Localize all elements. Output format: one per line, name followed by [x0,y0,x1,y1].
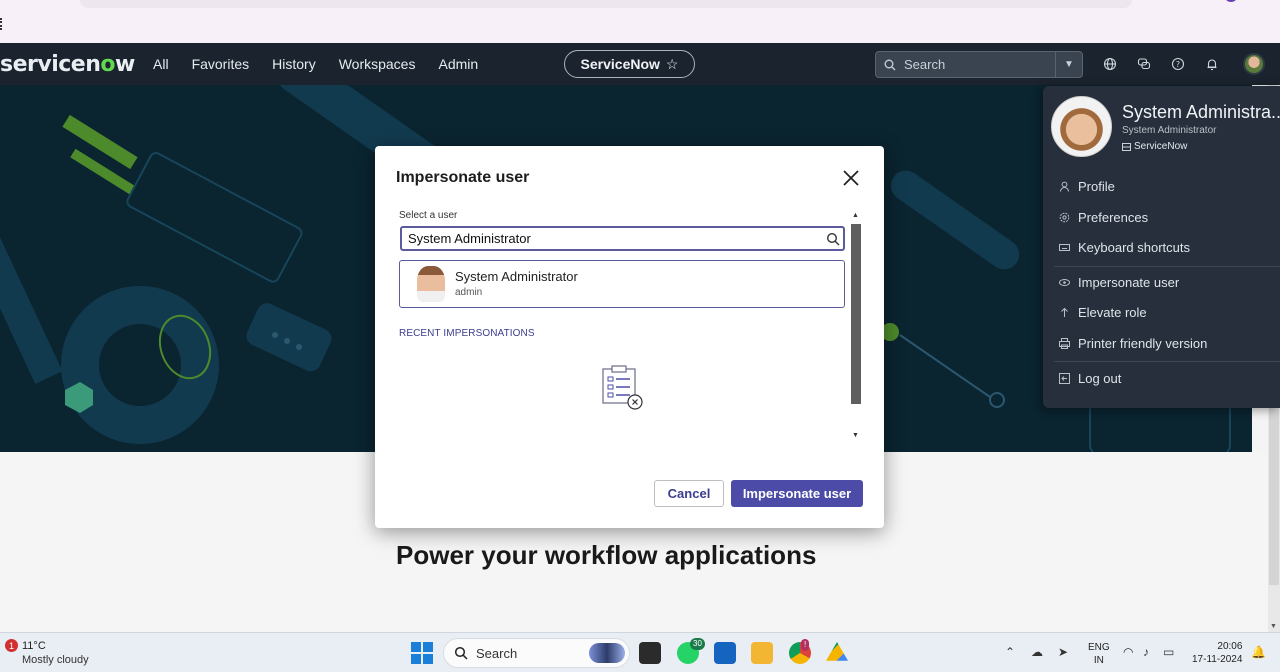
tray-overflow-icon[interactable]: ⌃ [1005,645,1015,659]
user-search-input[interactable] [400,226,845,251]
user-menu: System Administra... System Administrato… [1043,86,1280,408]
chevron-down-icon: ▼ [1064,59,1074,70]
user-menu-org: ServiceNow [1122,141,1187,152]
search-icon [884,59,896,70]
menu-item-elevate-role[interactable]: Elevate role [1059,305,1147,320]
nav-favorites[interactable]: Favorites [192,56,250,72]
result-user-name: System Administrator [455,269,578,284]
dialog-title: Impersonate user [396,169,530,186]
person-icon [1060,181,1069,192]
whatsapp-badge: 30 [690,638,705,650]
logout-icon [1059,373,1070,384]
menu-item-profile[interactable]: Profile [1059,179,1115,194]
language-indicator[interactable]: ENG IN [1088,641,1110,667]
battery-icon[interactable]: ▭ [1163,645,1174,659]
scroll-down-arrow[interactable]: ▼ [1270,623,1277,630]
taskbar-search[interactable]: Search [443,638,630,668]
taskbar-search-label: Search [476,645,518,661]
result-avatar [417,266,445,302]
file-explorer-icon[interactable] [751,642,773,664]
dialog-scroll-down[interactable]: ▼ [852,432,859,439]
result-username: admin [455,287,483,298]
user-menu-role: System Administrator [1122,125,1217,136]
menu-item-printer-friendly[interactable]: Printer friendly version [1059,336,1207,351]
search-placeholder: Search [904,57,946,72]
printer-icon [1059,338,1070,349]
chrome-badge: ! [801,639,810,651]
svg-text:?: ? [1176,60,1180,69]
user-avatar[interactable] [1243,53,1265,75]
user-menu-name: System Administra... [1122,102,1280,122]
wifi-icon[interactable]: ◠ [1123,645,1133,659]
weather-alert-badge[interactable]: 1 [5,639,18,652]
browser-chrome [0,0,1280,43]
location-icon[interactable]: ➤ [1058,645,1068,659]
impersonate-user-button[interactable]: Impersonate user [731,480,863,507]
dialog-scrollbar[interactable] [851,224,861,404]
search-highlight-icon [589,643,625,663]
search-icon [454,646,468,660]
menu-divider [1054,361,1280,362]
search-icon[interactable] [826,232,840,246]
notification-bell-icon[interactable]: 🔔 [1251,645,1266,659]
menu-icon[interactable] [0,18,3,30]
chat-icon[interactable] [1135,55,1153,73]
select-user-label: Select a user [399,210,458,221]
recent-impersonations-heading: RECENT IMPERSONATIONS [399,328,535,339]
gear-icon [1059,212,1070,223]
nav-all[interactable]: All [153,56,169,72]
search-scope-dropdown[interactable]: ▼ [1055,51,1083,78]
menu-item-keyboard-shortcuts[interactable]: Keyboard shortcuts [1059,240,1190,255]
bell-icon[interactable] [1203,55,1221,73]
profile-icon[interactable] [1224,0,1238,2]
task-view-icon[interactable] [639,642,661,664]
nav-history[interactable]: History [272,56,316,72]
app-header: servicenow All Favorites History Workspa… [0,43,1280,85]
servicenow-logo[interactable]: servicenow [0,52,135,77]
impersonate-dialog: Impersonate user Select a user System Ad… [375,146,884,528]
cancel-button[interactable]: Cancel [654,480,724,507]
user-menu-avatar [1051,96,1112,157]
help-icon[interactable]: ? [1169,55,1187,73]
windows-start-icon[interactable] [411,642,433,664]
eye-icon [1059,279,1070,286]
page-headline: Power your workflow applications [396,540,817,570]
building-icon [1122,142,1131,151]
instance-name: ServiceNow [580,56,660,72]
user-result-item[interactable]: System Administrator admin [399,260,845,308]
instance-pill[interactable]: ServiceNow ☆ [564,50,695,78]
nav-workspaces[interactable]: Workspaces [339,56,416,72]
os-taskbar: 1 11°C Mostly cloudy Search 30 ! ⌃ ☁ ➤ E… [0,632,1280,672]
menu-divider [1054,266,1280,267]
keyboard-icon [1059,244,1070,251]
menu-item-preferences[interactable]: Preferences [1059,210,1148,225]
weather-description[interactable]: Mostly cloudy [22,654,89,666]
global-search[interactable]: Search [875,51,1056,78]
dialog-scroll-up[interactable]: ▲ [852,212,859,219]
menu-item-impersonate-user[interactable]: Impersonate user [1059,275,1179,290]
main-nav: All Favorites History Workspaces Admin [153,56,501,72]
cloud-sync-icon[interactable]: ☁ [1031,645,1043,659]
arrow-up-icon [1061,307,1068,317]
weather-temperature[interactable]: 11°C [22,640,46,652]
empty-list-icon [602,365,644,411]
drive-icon[interactable] [826,642,848,661]
nav-admin[interactable]: Admin [438,56,478,72]
store-icon[interactable] [714,642,736,664]
globe-icon[interactable] [1101,55,1119,73]
star-icon[interactable]: ☆ [666,56,679,73]
system-clock[interactable]: 20:06 17-11-2024 [1192,640,1242,666]
address-bar[interactable] [80,0,1132,8]
menu-item-log-out[interactable]: Log out [1059,371,1121,386]
volume-icon[interactable]: ♪ [1143,645,1149,659]
close-icon[interactable] [841,168,861,188]
